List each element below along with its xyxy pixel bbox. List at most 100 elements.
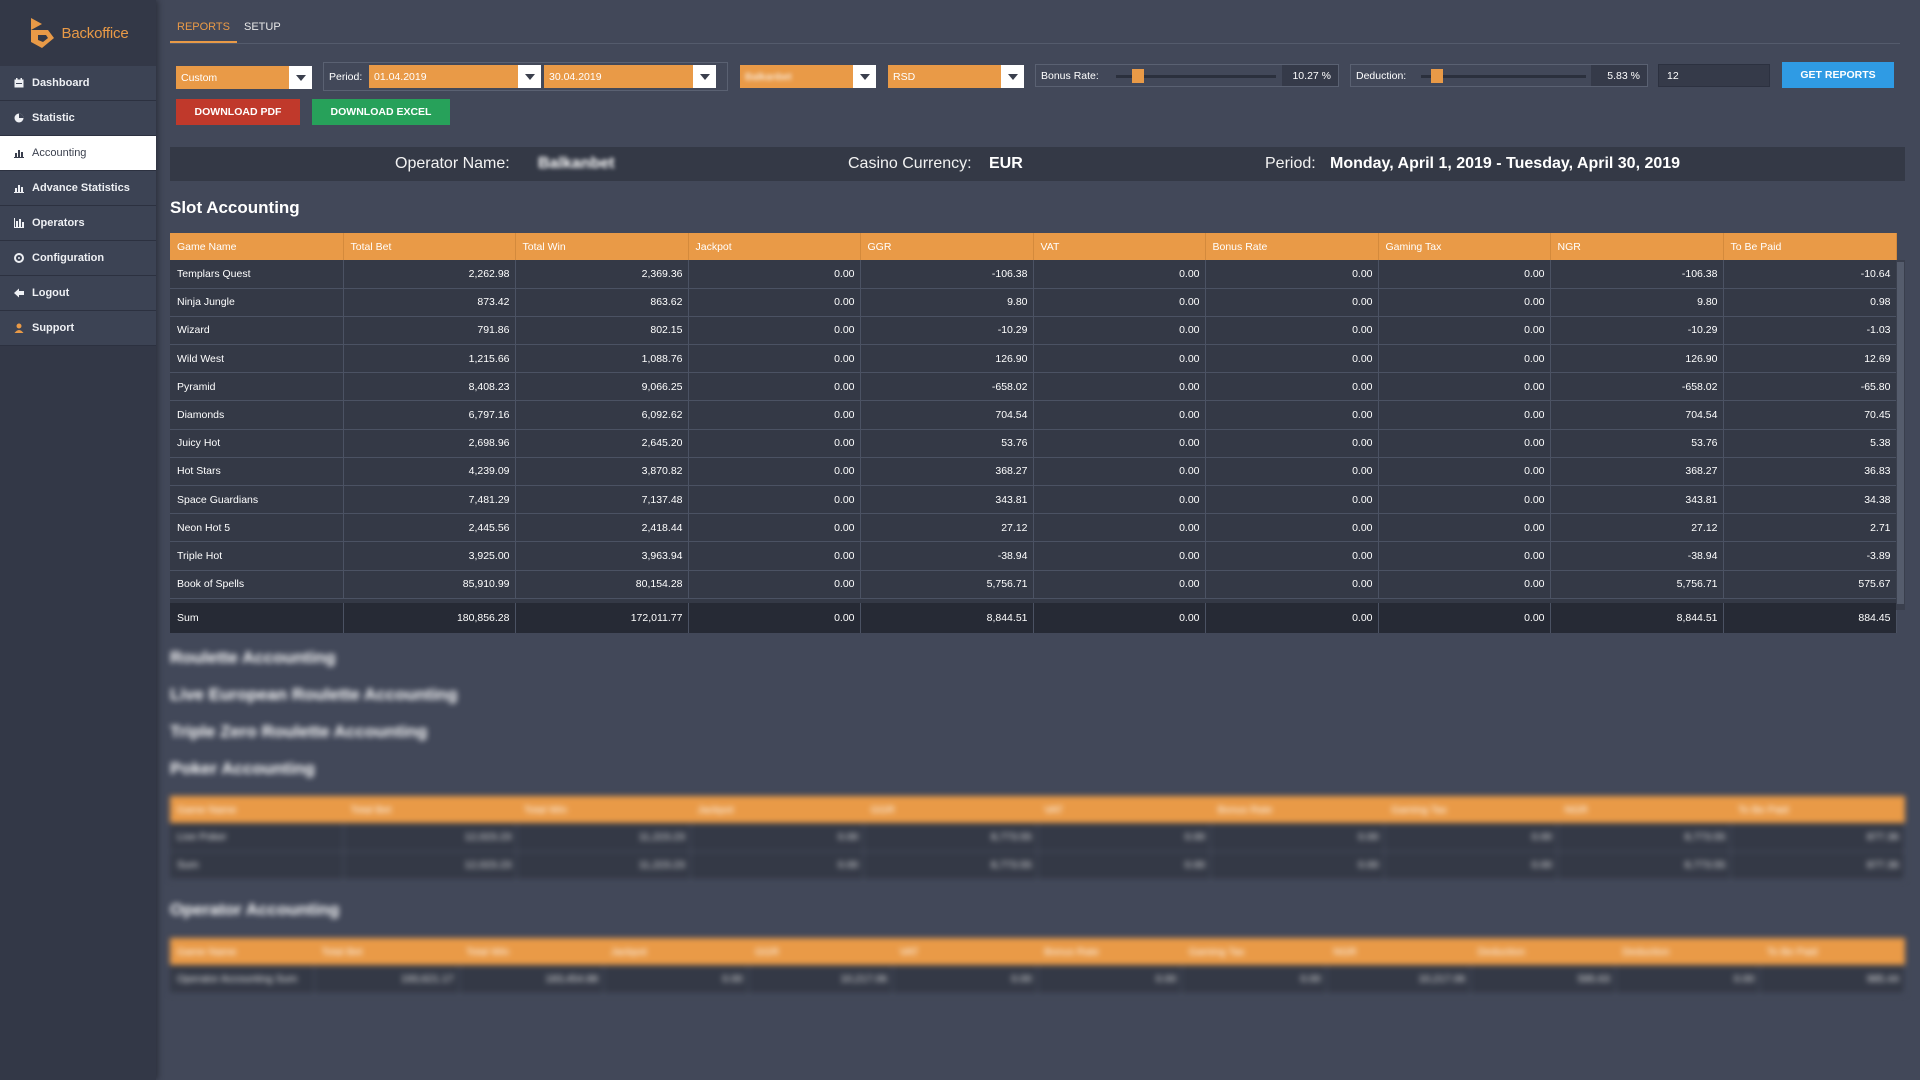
column-header[interactable]: Total Bet <box>343 796 517 823</box>
column-header[interactable]: Game Name <box>170 938 315 965</box>
table-cell: -38.94 <box>1550 541 1724 571</box>
column-header[interactable]: VAT <box>892 938 1038 965</box>
table-cell: 0.00 <box>1205 372 1379 402</box>
chevron-down-icon[interactable] <box>518 65 541 88</box>
table-body: Operator Accounting Sum 193,621.17 183,454… <box>170 965 1905 994</box>
period-info-label: Period: <box>1265 155 1316 172</box>
bonus-rate-label: Bonus Rate: <box>1041 69 1099 82</box>
operator-select[interactable]: Balkanbet <box>740 65 876 88</box>
currency-select-value: RSD <box>893 70 916 83</box>
column-header[interactable]: Jackpot <box>603 938 749 965</box>
column-header[interactable]: NGR <box>1326 938 1471 965</box>
column-header[interactable]: To Be Paid <box>1759 938 1905 965</box>
chevron-down-icon[interactable] <box>853 65 876 88</box>
sidebar-item-statistic[interactable]: Statistic <box>0 101 156 136</box>
game-name-cell: Operator Accounting Sum <box>170 965 316 994</box>
logo: Backoffice <box>0 0 156 66</box>
column-header[interactable]: Deduction <box>1615 938 1760 965</box>
table-cell: 0.00 <box>1205 457 1379 487</box>
table-header-row: Game Name Total Bet Total Win Jackpot GGR VAT… <box>170 233 1897 260</box>
game-name-cell: Wizard <box>170 316 344 346</box>
sidebar-item-logout[interactable]: Logout <box>0 276 156 311</box>
table-cell: 704.54 <box>860 400 1034 430</box>
table-cell: -106.38 <box>860 260 1034 289</box>
deduction-handle[interactable] <box>1430 69 1443 83</box>
table-cell: 0.00 <box>1033 344 1206 374</box>
sidebar-item-dashboard[interactable]: Dashboard <box>0 66 156 101</box>
table-cell: 126.90 <box>860 344 1034 374</box>
sidebar-item-operators[interactable]: Operators <box>0 206 156 241</box>
column-header[interactable]: Bonus Rate <box>1205 233 1379 260</box>
range-type-value: Custom <box>181 71 218 84</box>
table-cell: 0.00 <box>1037 823 1212 852</box>
report-info-bar: Operator Name: Balkanbet Casino Currency… <box>170 147 1905 181</box>
column-header[interactable]: To Be Paid <box>1730 796 1905 823</box>
table-cell: 0.00 <box>1615 965 1761 994</box>
sidebar-item-advance-statistics[interactable]: Advance Statistics <box>0 171 156 206</box>
column-header[interactable]: Gaming Tax <box>1378 233 1551 260</box>
range-type-select[interactable]: Custom <box>176 66 312 89</box>
column-header[interactable]: Game Name <box>170 796 344 823</box>
sidebar-item-label: Accounting <box>32 147 87 159</box>
sidebar-item-support[interactable]: Support <box>0 311 156 346</box>
column-header[interactable]: GGR <box>748 938 893 965</box>
table-cell: -10.29 <box>1550 316 1724 346</box>
column-header[interactable]: To Be Paid <box>1723 233 1897 260</box>
user-icon <box>13 323 24 334</box>
column-header[interactable]: Jackpot <box>688 233 861 260</box>
table-cell: 0.00 <box>892 965 1038 994</box>
chevron-down-icon[interactable] <box>289 66 312 89</box>
column-header[interactable]: Total Bet <box>343 233 516 260</box>
date-to-select[interactable]: 30.04.2019 <box>544 65 716 88</box>
column-header[interactable]: Total Win <box>459 938 604 965</box>
table-cell: 8,773.55 <box>863 823 1038 852</box>
number-input[interactable] <box>1658 64 1770 87</box>
roulette-accounting-title: Roulette Accounting <box>170 648 336 667</box>
column-header[interactable]: NGR <box>1550 233 1724 260</box>
column-header[interactable]: Total Win <box>515 233 689 260</box>
column-header[interactable]: GGR <box>860 233 1034 260</box>
table-cell: 0.00 <box>1210 823 1385 852</box>
download-pdf-button[interactable]: DOWNLOAD PDF <box>176 99 300 125</box>
table-cell: 0.00 <box>1205 570 1379 599</box>
table-cell: 0.00 <box>1033 570 1206 599</box>
sidebar-item-accounting[interactable]: Accounting <box>0 136 156 171</box>
game-name-cell: Book of Spells <box>170 570 344 599</box>
tab-reports[interactable]: REPORTS <box>170 18 237 43</box>
tab-setup[interactable]: SETUP <box>237 18 288 43</box>
download-excel-button[interactable]: DOWNLOAD EXCEL <box>312 99 450 125</box>
sidebar-item-configuration[interactable]: Configuration <box>0 241 156 276</box>
get-reports-button[interactable]: GET REPORTS <box>1782 62 1894 88</box>
column-header[interactable]: GGR <box>863 796 1038 823</box>
column-header[interactable]: VAT <box>1037 796 1211 823</box>
deduction-track[interactable] <box>1421 75 1586 78</box>
currency-select[interactable]: RSD <box>888 65 1024 88</box>
column-header[interactable]: Game Name <box>170 233 344 260</box>
column-header[interactable]: Gaming Tax <box>1384 796 1558 823</box>
table-cell: 985.44 <box>1759 965 1905 994</box>
column-header[interactable]: Bonus Rate <box>1037 938 1182 965</box>
table-cell: 0.98 <box>1723 288 1897 317</box>
table-scrollbar-thumb[interactable] <box>1897 262 1904 604</box>
table-cell: 7,481.29 <box>343 485 516 515</box>
column-header[interactable]: Deduction <box>1470 938 1616 965</box>
chevron-down-icon[interactable] <box>693 65 716 88</box>
table-row: Operator Accounting Sum 193,621.17 183,454… <box>170 965 1905 994</box>
column-header[interactable]: Total Win <box>516 796 691 823</box>
date-from-select[interactable]: 01.04.2019 <box>369 65 541 88</box>
table-cell: 0.00 <box>688 288 861 317</box>
chevron-down-icon[interactable] <box>1001 65 1024 88</box>
column-header[interactable]: Total Bet <box>314 938 460 965</box>
column-header[interactable]: VAT <box>1033 233 1206 260</box>
column-header[interactable]: Jackpot <box>690 796 864 823</box>
table-cell: 0.00 <box>1205 288 1379 317</box>
table-cell: 9.80 <box>860 288 1034 317</box>
column-header[interactable]: Bonus Rate <box>1210 796 1385 823</box>
table-cell: 0.00 <box>688 541 861 571</box>
table-cell: 0.00 <box>688 429 861 458</box>
bonus-rate-handle[interactable] <box>1132 69 1145 83</box>
column-header[interactable]: NGR <box>1557 796 1731 823</box>
operator-accounting-title: Operator Accounting <box>170 900 340 919</box>
table-cell: 10,217.06 <box>1326 965 1472 994</box>
column-header[interactable]: Gaming Tax <box>1181 938 1327 965</box>
